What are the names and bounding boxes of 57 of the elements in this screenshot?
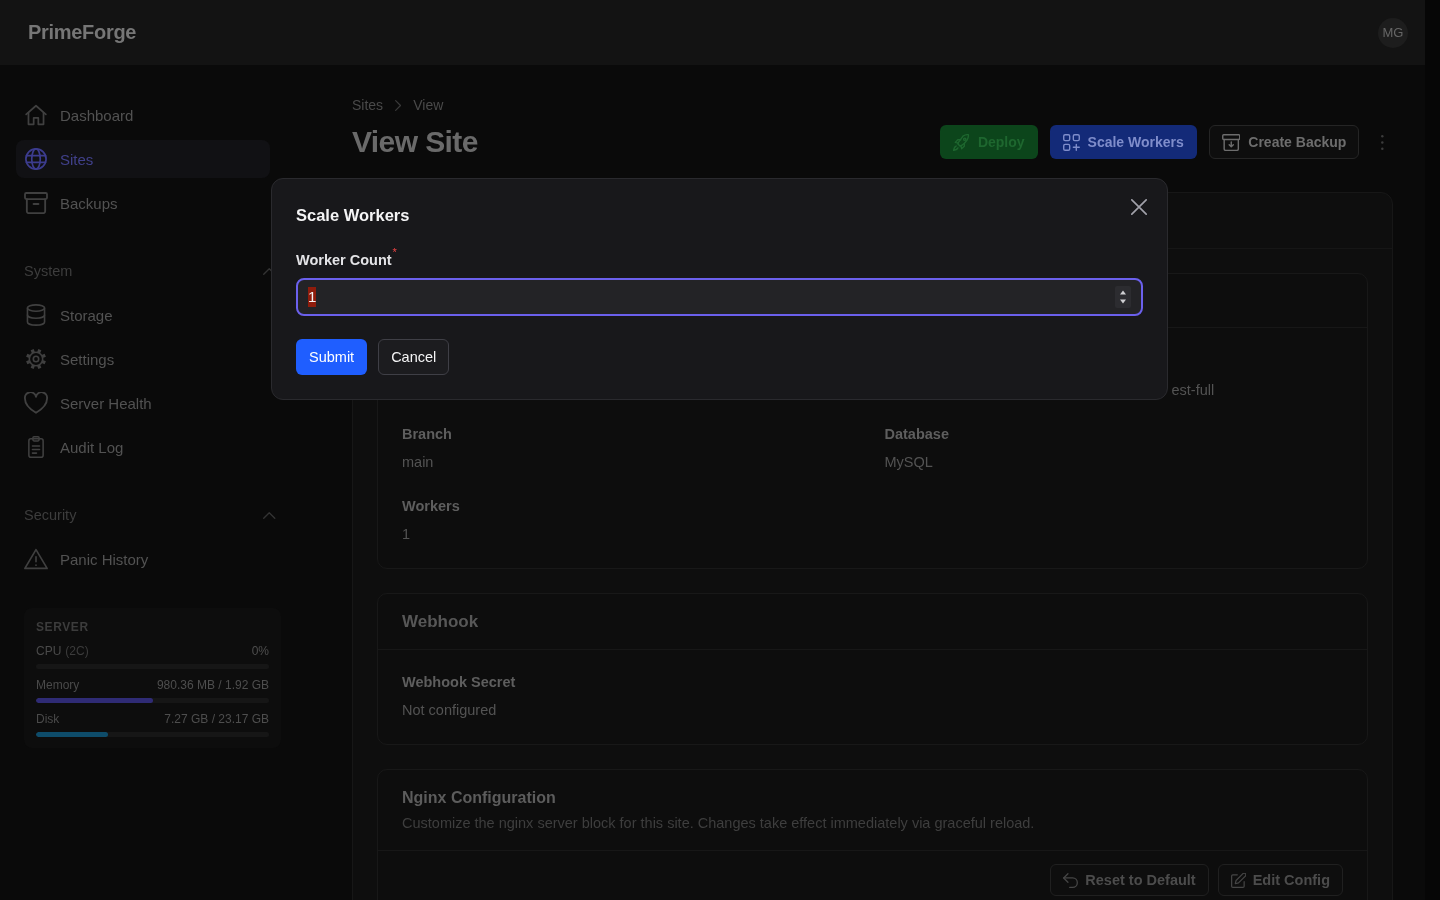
meter-reading: 980.36 MB / 1.92 GB [156, 677, 269, 693]
field-label: Worker Count [296, 252, 392, 270]
submit-button[interactable]: Submit [296, 339, 368, 375]
meter-label: Memory [36, 677, 80, 693]
archive-box-icon [24, 192, 48, 214]
field-value: est-full [1171, 381, 1215, 400]
number-input[interactable]: 1 [296, 278, 1143, 316]
field-value: main [402, 453, 434, 472]
meter-label: CPU [36, 643, 62, 659]
field-label: Webhook Secret [402, 673, 516, 692]
warning-icon [24, 548, 48, 570]
archive-box-icon [1221, 133, 1241, 151]
chevron-right-icon [395, 99, 402, 111]
rocket-icon [952, 133, 970, 151]
field-label: Database [884, 425, 949, 444]
field-label: Branch [402, 425, 452, 444]
grid-plus-icon [1062, 133, 1080, 151]
scale-workers-button[interactable]: Scale Workers [1049, 125, 1197, 159]
field-value: 1 [402, 525, 411, 544]
sidebar-item[interactable]: Sites [16, 140, 270, 178]
field-value: Not configured [402, 701, 497, 720]
sidebar-item[interactable]: Storage [16, 296, 270, 334]
dialog-title: Scale Workers [296, 205, 410, 226]
field-label: Workers [402, 497, 460, 516]
card-title: Webhook [402, 611, 479, 632]
breadcrumb-current: View [413, 97, 444, 113]
sidebar-item[interactable]: Settings [16, 340, 270, 378]
gear-icon [24, 348, 48, 370]
stepper-icon[interactable] [1115, 286, 1131, 308]
sidebar-item[interactable]: Backups [16, 184, 270, 222]
page-title: View Site [352, 124, 478, 160]
breadcrumb-link[interactable]: Sites [352, 97, 384, 113]
meter-label: Disk [36, 711, 60, 727]
house-icon [24, 104, 48, 126]
sidebar-item[interactable]: Server Health [16, 384, 270, 422]
edit-config-button[interactable]: Edit Config [1217, 864, 1343, 896]
meter-reading: 7.27 GB / 23.17 GB [164, 711, 269, 727]
meter-reading: 0% [251, 643, 269, 659]
heart-icon [24, 392, 48, 414]
sidebar-item[interactable]: Panic History [16, 540, 270, 578]
kebab-menu-icon[interactable] [1381, 134, 1384, 150]
create-backup-button[interactable]: Create Backup [1208, 125, 1360, 159]
database-icon [24, 304, 48, 326]
cancel-button[interactable]: Cancel [378, 339, 450, 375]
sidebar-item[interactable]: Audit Log [16, 428, 270, 466]
card-title: Nginx Configuration [402, 788, 556, 808]
app-logo: PrimeForge [28, 21, 137, 44]
avatar[interactable]: MG [1378, 17, 1408, 48]
undo-arrow-icon [1063, 872, 1079, 888]
reset-button[interactable]: Reset to Default [1050, 864, 1209, 896]
required-mark: * [392, 247, 397, 258]
chevron-up-icon[interactable] [263, 511, 276, 519]
edit-icon [1230, 872, 1246, 888]
sidebar-item[interactable]: Dashboard [16, 96, 270, 134]
globe-icon [24, 148, 48, 170]
field-value: MySQL [884, 453, 933, 472]
close-icon[interactable] [1131, 199, 1147, 215]
